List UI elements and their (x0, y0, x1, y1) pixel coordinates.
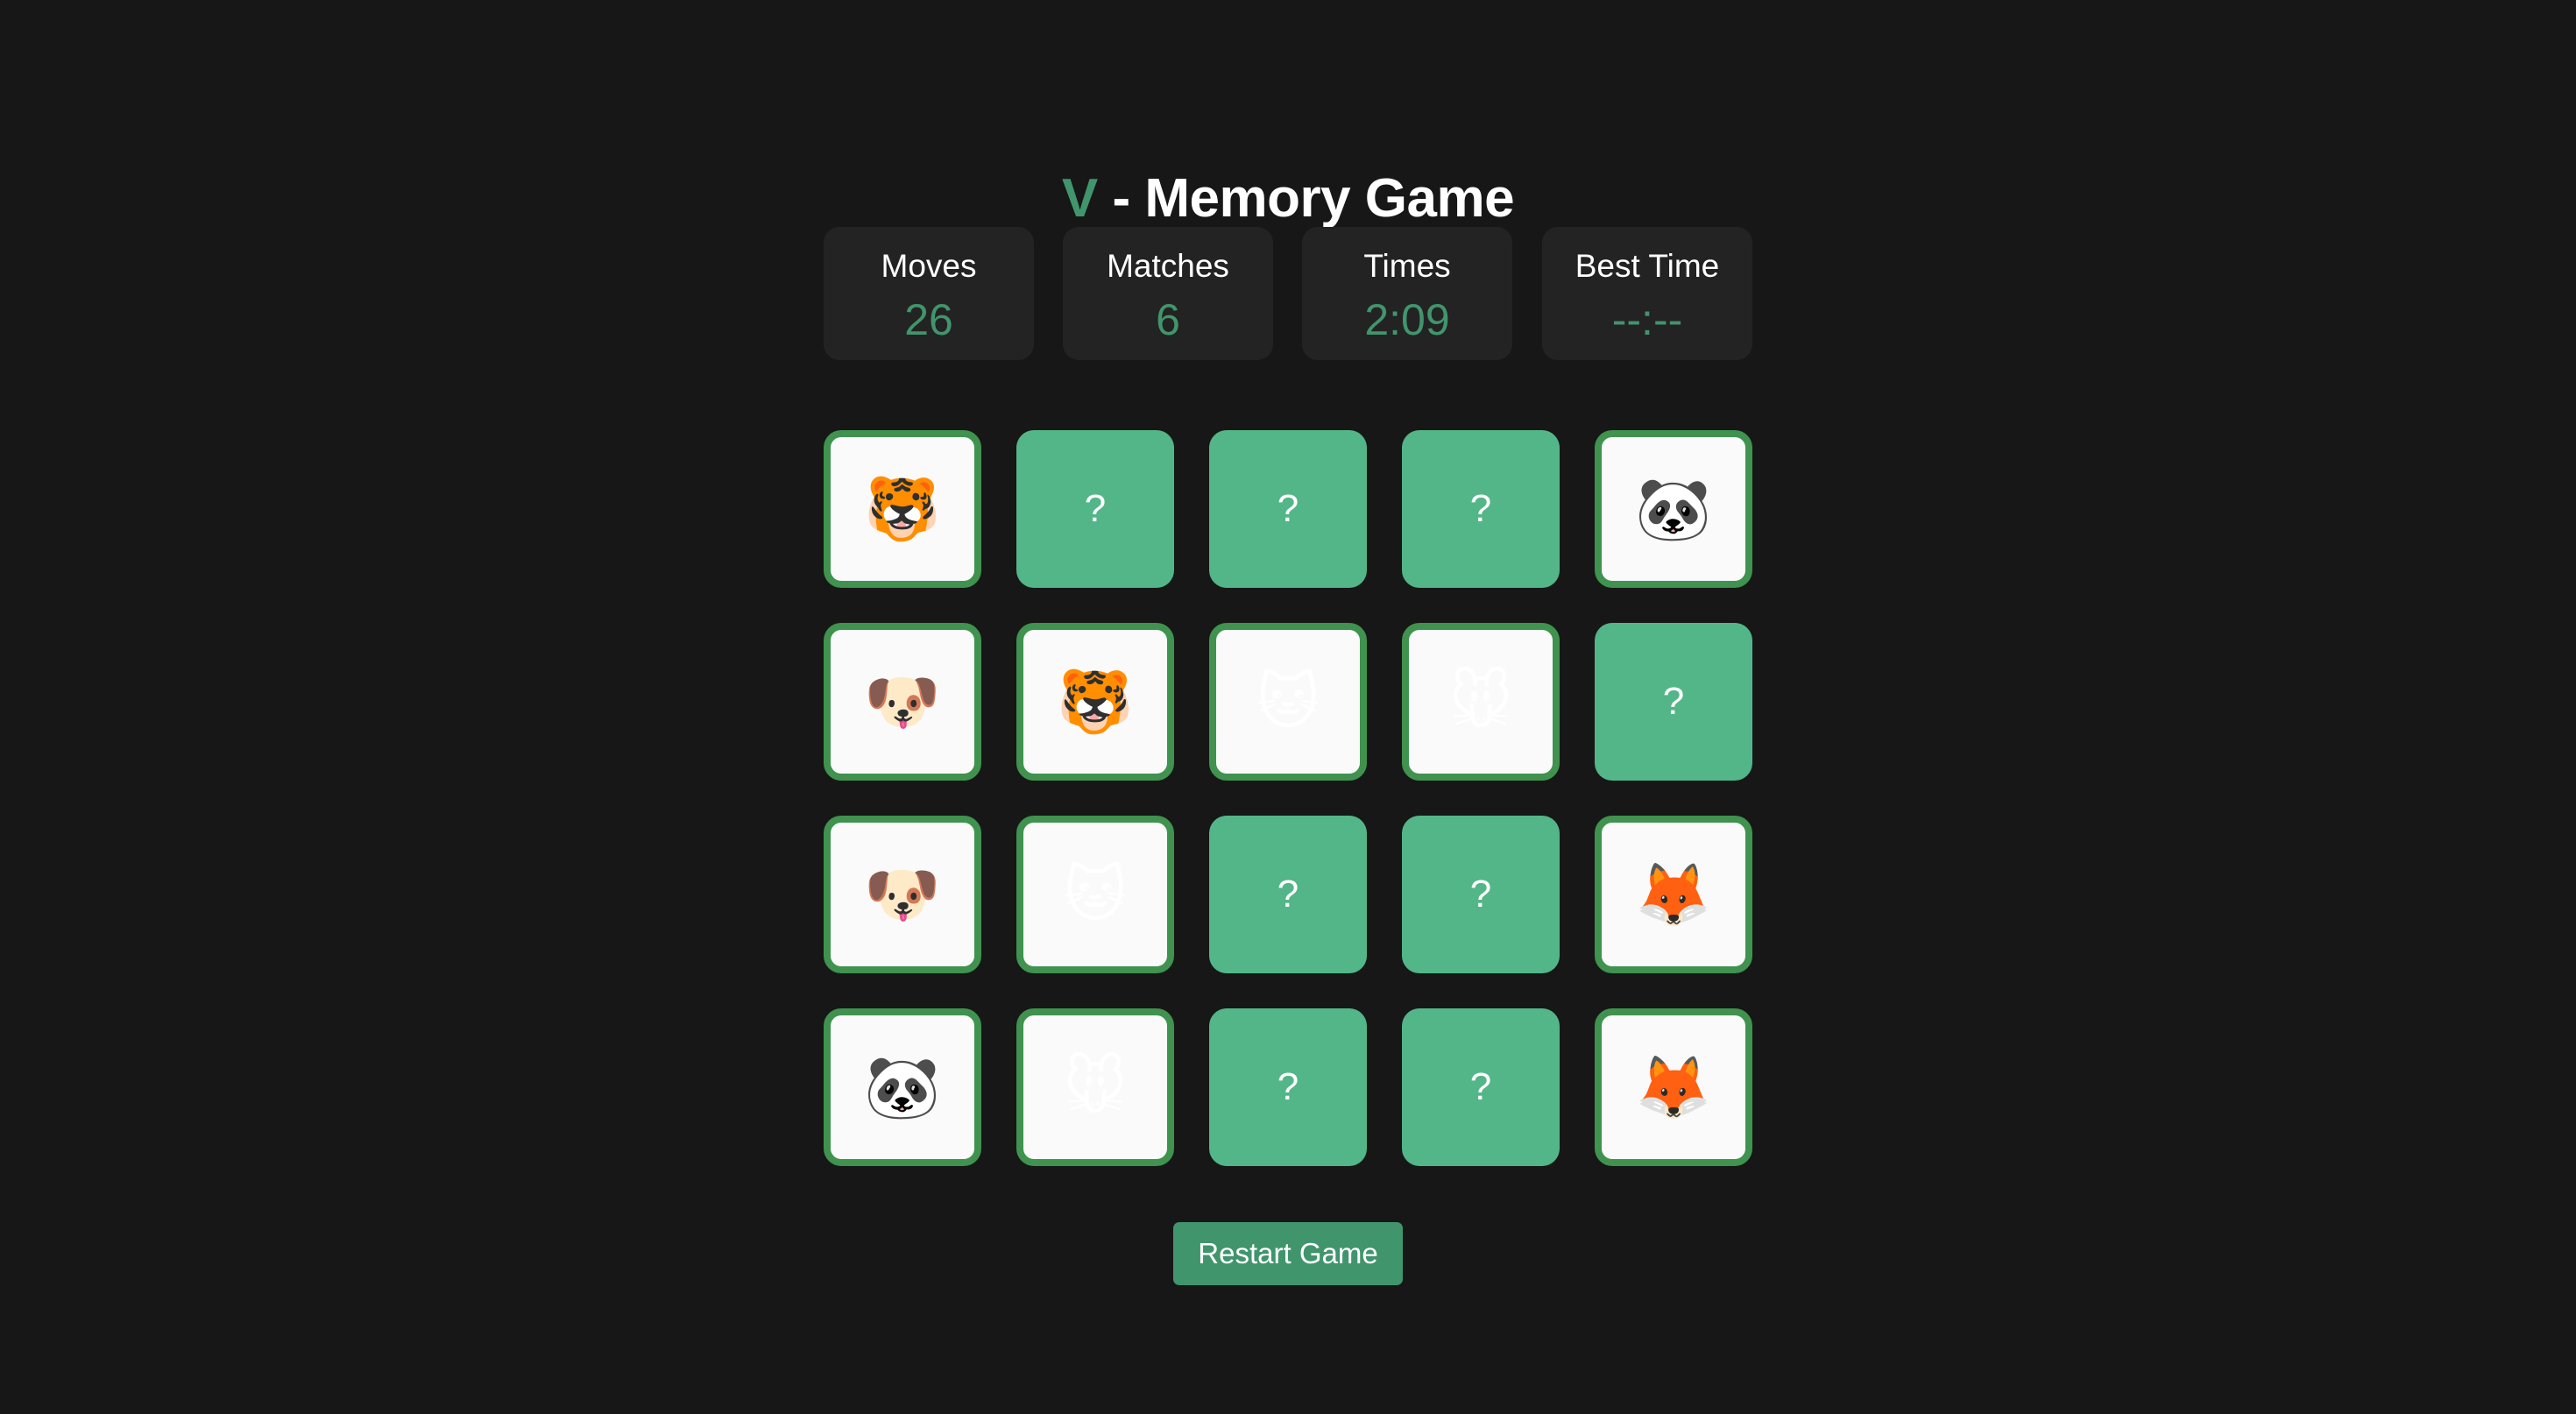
stat-value-best-time: --:-- (1611, 295, 1683, 344)
mouse-face-icon: 🐭 (1063, 1053, 1128, 1121)
stat-times: Times 2:09 (1302, 227, 1512, 360)
card-revealed-panda-face[interactable]: 🐼 (1595, 430, 1752, 588)
stat-value-moves: 26 (904, 295, 953, 344)
card-hidden[interactable]: ? (1209, 816, 1367, 973)
stat-best-time: Best Time --:-- (1542, 227, 1752, 360)
tiger-face-icon: 🐯 (1057, 668, 1134, 736)
tiger-face-icon: 🐯 (864, 475, 941, 543)
panda-face-icon: 🐼 (864, 1053, 941, 1121)
card-revealed-cat-face[interactable]: 🐱 (1209, 623, 1367, 781)
page-title: V - Memory Game (0, 161, 2576, 237)
title-text: - Memory Game (1097, 167, 1515, 229)
question-mark-icon: ? (1277, 1065, 1299, 1108)
mouse-face-icon: 🐭 (1448, 668, 1513, 736)
question-mark-icon: ? (1469, 1065, 1492, 1108)
fox-face-icon: 🦊 (1635, 860, 1712, 929)
card-revealed-tiger-face[interactable]: 🐯 (824, 430, 981, 588)
title-accent: V (1061, 167, 1098, 229)
fox-face-icon: 🦊 (1635, 1053, 1712, 1121)
card-hidden[interactable]: ? (1209, 430, 1367, 588)
card-revealed-fox-face[interactable]: 🦊 (1595, 1008, 1752, 1166)
question-mark-icon: ? (1469, 487, 1492, 530)
card-revealed-cat-face[interactable]: 🐱 (1016, 816, 1174, 973)
stat-label-best-time: Best Time (1575, 248, 1720, 284)
card-hidden[interactable]: ? (1209, 1008, 1367, 1166)
question-mark-icon: ? (1277, 873, 1299, 916)
card-revealed-tiger-face[interactable]: 🐯 (1016, 623, 1174, 781)
stats-bar: Moves 26 Matches 6 Times 2:09 Best Time … (824, 227, 1752, 360)
question-mark-icon: ? (1084, 487, 1107, 530)
card-revealed-panda-face[interactable]: 🐼 (824, 1008, 981, 1166)
stat-label-times: Times (1363, 248, 1451, 284)
panda-face-icon: 🐼 (1635, 475, 1712, 543)
question-mark-icon: ? (1277, 487, 1299, 530)
card-grid: 🐯??? 🐼 🐶 🐯 🐱 🐭? 🐶 🐱?? 🦊 🐼 🐭?? 🦊 (824, 430, 1752, 1166)
stat-label-moves: Moves (881, 248, 977, 284)
question-mark-icon: ? (1662, 680, 1685, 723)
cat-face-icon: 🐱 (1063, 860, 1128, 929)
card-hidden[interactable]: ? (1402, 816, 1560, 973)
card-hidden[interactable]: ? (1016, 430, 1174, 588)
cat-face-icon: 🐱 (1256, 668, 1320, 736)
card-hidden[interactable]: ? (1595, 623, 1752, 781)
stat-moves: Moves 26 (824, 227, 1034, 360)
stat-value-times: 2:09 (1364, 295, 1450, 344)
card-revealed-fox-face[interactable]: 🦊 (1595, 816, 1752, 973)
card-hidden[interactable]: ? (1402, 1008, 1560, 1166)
dog-face-icon: 🐶 (864, 860, 941, 929)
dog-face-icon: 🐶 (864, 668, 941, 736)
card-hidden[interactable]: ? (1402, 430, 1560, 588)
card-revealed-mouse-face[interactable]: 🐭 (1402, 623, 1560, 781)
card-revealed-mouse-face[interactable]: 🐭 (1016, 1008, 1174, 1166)
restart-game-button[interactable]: Restart Game (1173, 1222, 1403, 1285)
stat-matches: Matches 6 (1063, 227, 1273, 360)
card-revealed-dog-face[interactable]: 🐶 (824, 816, 981, 973)
question-mark-icon: ? (1469, 873, 1492, 916)
stat-label-matches: Matches (1107, 248, 1229, 284)
stat-value-matches: 6 (1156, 295, 1180, 344)
card-revealed-dog-face[interactable]: 🐶 (824, 623, 981, 781)
